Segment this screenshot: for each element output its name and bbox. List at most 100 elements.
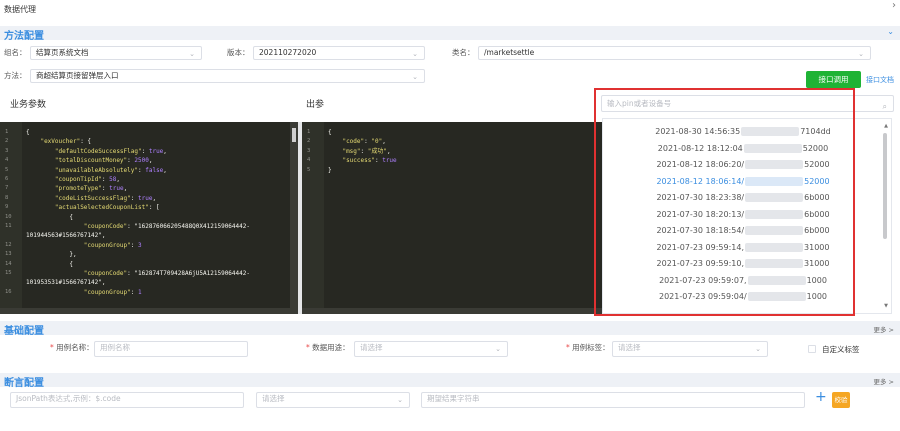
api-doc-link[interactable]: 接口文档 [866, 75, 894, 85]
code-line: 101953531#1566767142", [26, 279, 106, 287]
code-line: "exVoucher": { [40, 138, 92, 146]
method-select[interactable]: 商超结算页接留弹层入口 ⌄ [30, 69, 425, 83]
chevron-down-icon: ⌄ [412, 73, 418, 81]
group-label: 组名： [4, 48, 27, 57]
editor-gutter: 1 2 3 4 5 [302, 122, 324, 314]
line-number: 9 [5, 204, 9, 211]
line-number: 2 [5, 138, 9, 145]
expect-input[interactable]: 期望结果字符串 [421, 392, 805, 408]
case-name-placeholder: 用例名称 [100, 343, 130, 352]
case-name-input[interactable]: 用例名称 [94, 341, 248, 357]
code-line: 101944563#1566767142", [26, 232, 106, 240]
assert-select-placeholder: 请选择 [262, 394, 285, 403]
collapse-icon[interactable]: ⌄ [887, 27, 894, 36]
code-line: { [328, 129, 332, 136]
highlight-box [594, 88, 855, 316]
scrollbar-thumb[interactable] [292, 128, 296, 142]
code-line: "promoteType": true, [54, 185, 128, 193]
line-number: 1 [307, 129, 311, 135]
line-number: 11 [5, 223, 12, 229]
code-line: "couponTipId": 58, [54, 176, 120, 183]
usage-placeholder: 请选择 [360, 343, 383, 352]
custom-tag-checkbox[interactable] [808, 345, 816, 353]
version-select[interactable]: 202110272020 ⌄ [253, 46, 425, 60]
line-number: 14 [5, 260, 12, 267]
chevron-down-icon: ⌄ [412, 50, 418, 58]
tag-select[interactable]: 请选择 ⌄ [612, 341, 768, 357]
method-value: 商超结算页接留弹层入口 [36, 71, 119, 80]
assert-config-header: 断言配置 更多 > [0, 373, 900, 389]
code-line: "couponGroup": 1 [83, 288, 142, 296]
code-line: { [26, 260, 73, 268]
assert-select[interactable]: 请选择 ⌄ [256, 392, 410, 408]
line-number: 8 [5, 194, 9, 201]
version-value: 202110272020 [259, 48, 317, 57]
group-select[interactable]: 结算页系统文档 ⌄ [30, 46, 202, 60]
scrollbar[interactable] [290, 122, 298, 314]
method-label: 方法： [4, 71, 27, 80]
h-scrollbar[interactable] [302, 308, 602, 314]
line-number: 15 [5, 270, 12, 276]
dropdown-scrollbar[interactable] [883, 133, 887, 239]
chevron-down-icon: ⌄ [755, 345, 761, 353]
more-link[interactable]: 更多 > [873, 324, 894, 334]
call-api-button[interactable]: 接口调用 [806, 71, 861, 88]
h-scrollbar[interactable] [0, 308, 298, 314]
output-title: 出参 [306, 100, 325, 110]
base-config-header: 基础配置 更多 > [0, 321, 900, 337]
version-label: 版本： [227, 48, 250, 57]
usage-select[interactable]: 请选择 ⌄ [354, 341, 508, 357]
class-select[interactable]: /marketsettle ⌄ [478, 46, 871, 60]
params-editor[interactable]: 1 2 3 4 5 6 7 8 9 10 11 12 13 14 15 16 { "exVoucher": {… [0, 122, 298, 314]
line-number: 6 [5, 176, 9, 182]
line-number: 4 [307, 157, 311, 164]
code-line: "success": true [342, 157, 397, 165]
search-icon: ⌕ [882, 102, 887, 111]
code-line: "defaultCodeSuccessFlag": true, [54, 147, 167, 155]
line-number: 7 [5, 185, 9, 192]
chevron-down-icon: ⌄ [858, 50, 864, 58]
chevron-down-icon: ⌄ [397, 396, 403, 404]
editor-gutter: 1 2 3 4 5 6 7 8 9 10 11 12 13 14 15 16 [0, 122, 22, 314]
verify-button[interactable]: 校验 [832, 392, 850, 408]
line-number: 10 [5, 213, 12, 220]
case-name-label: 用例名称： [56, 343, 94, 352]
line-number: 12 [5, 241, 12, 248]
chevron-right-icon[interactable]: › [892, 0, 896, 11]
scroll-down-icon[interactable]: ▼ [884, 303, 888, 309]
code-line: "code": "0", [342, 138, 386, 146]
line-number: 1 [5, 129, 9, 135]
more-link[interactable]: 更多 > [873, 376, 894, 386]
group-value: 结算页系统文档 [36, 48, 89, 57]
chevron-down-icon: ⌄ [495, 345, 501, 353]
code-line: "unavailableAbsolutely": false, [54, 166, 167, 174]
usage-label: 数据用途： [312, 343, 350, 352]
class-value: /marketsettle [484, 48, 535, 57]
line-number: 2 [307, 138, 311, 145]
add-icon[interactable]: + [815, 389, 827, 405]
line-number: 5 [5, 166, 9, 173]
line-number: 4 [5, 157, 9, 164]
code-line: "couponCode": "162876066205488Q0X4121590… [83, 223, 250, 230]
line-number: 3 [5, 147, 9, 154]
code-line: "actualSelectedCouponList": [ [54, 204, 160, 212]
tag-placeholder: 请选择 [618, 343, 641, 352]
output-editor[interactable]: 1 2 3 4 5 { "code": "0", "msg": "成功", "succe… [302, 122, 602, 314]
jsonpath-input[interactable]: JsonPath表达式,示例：$.code [10, 392, 244, 408]
expect-placeholder: 期望结果字符串 [427, 394, 480, 403]
tag-label: 用例标签： [572, 343, 610, 352]
chevron-down-icon: ⌄ [189, 50, 195, 58]
page-title: 数据代理 [4, 5, 36, 14]
scroll-up-icon[interactable]: ▲ [884, 123, 888, 129]
code-line: { [26, 213, 73, 221]
code-line: { [26, 129, 30, 136]
method-config-title: 方法配置 [4, 31, 44, 42]
line-number: 3 [307, 147, 311, 154]
code-line: "couponCode": "162874T709428A6jU5A121590… [83, 270, 250, 277]
jsonpath-placeholder: JsonPath表达式,示例：$.code [16, 394, 121, 403]
params-title: 业务参数 [10, 100, 47, 110]
line-number: 13 [5, 251, 12, 258]
class-label: 类名： [452, 48, 475, 57]
assert-config-title: 断言配置 [4, 378, 44, 389]
line-number: 5 [307, 166, 311, 173]
